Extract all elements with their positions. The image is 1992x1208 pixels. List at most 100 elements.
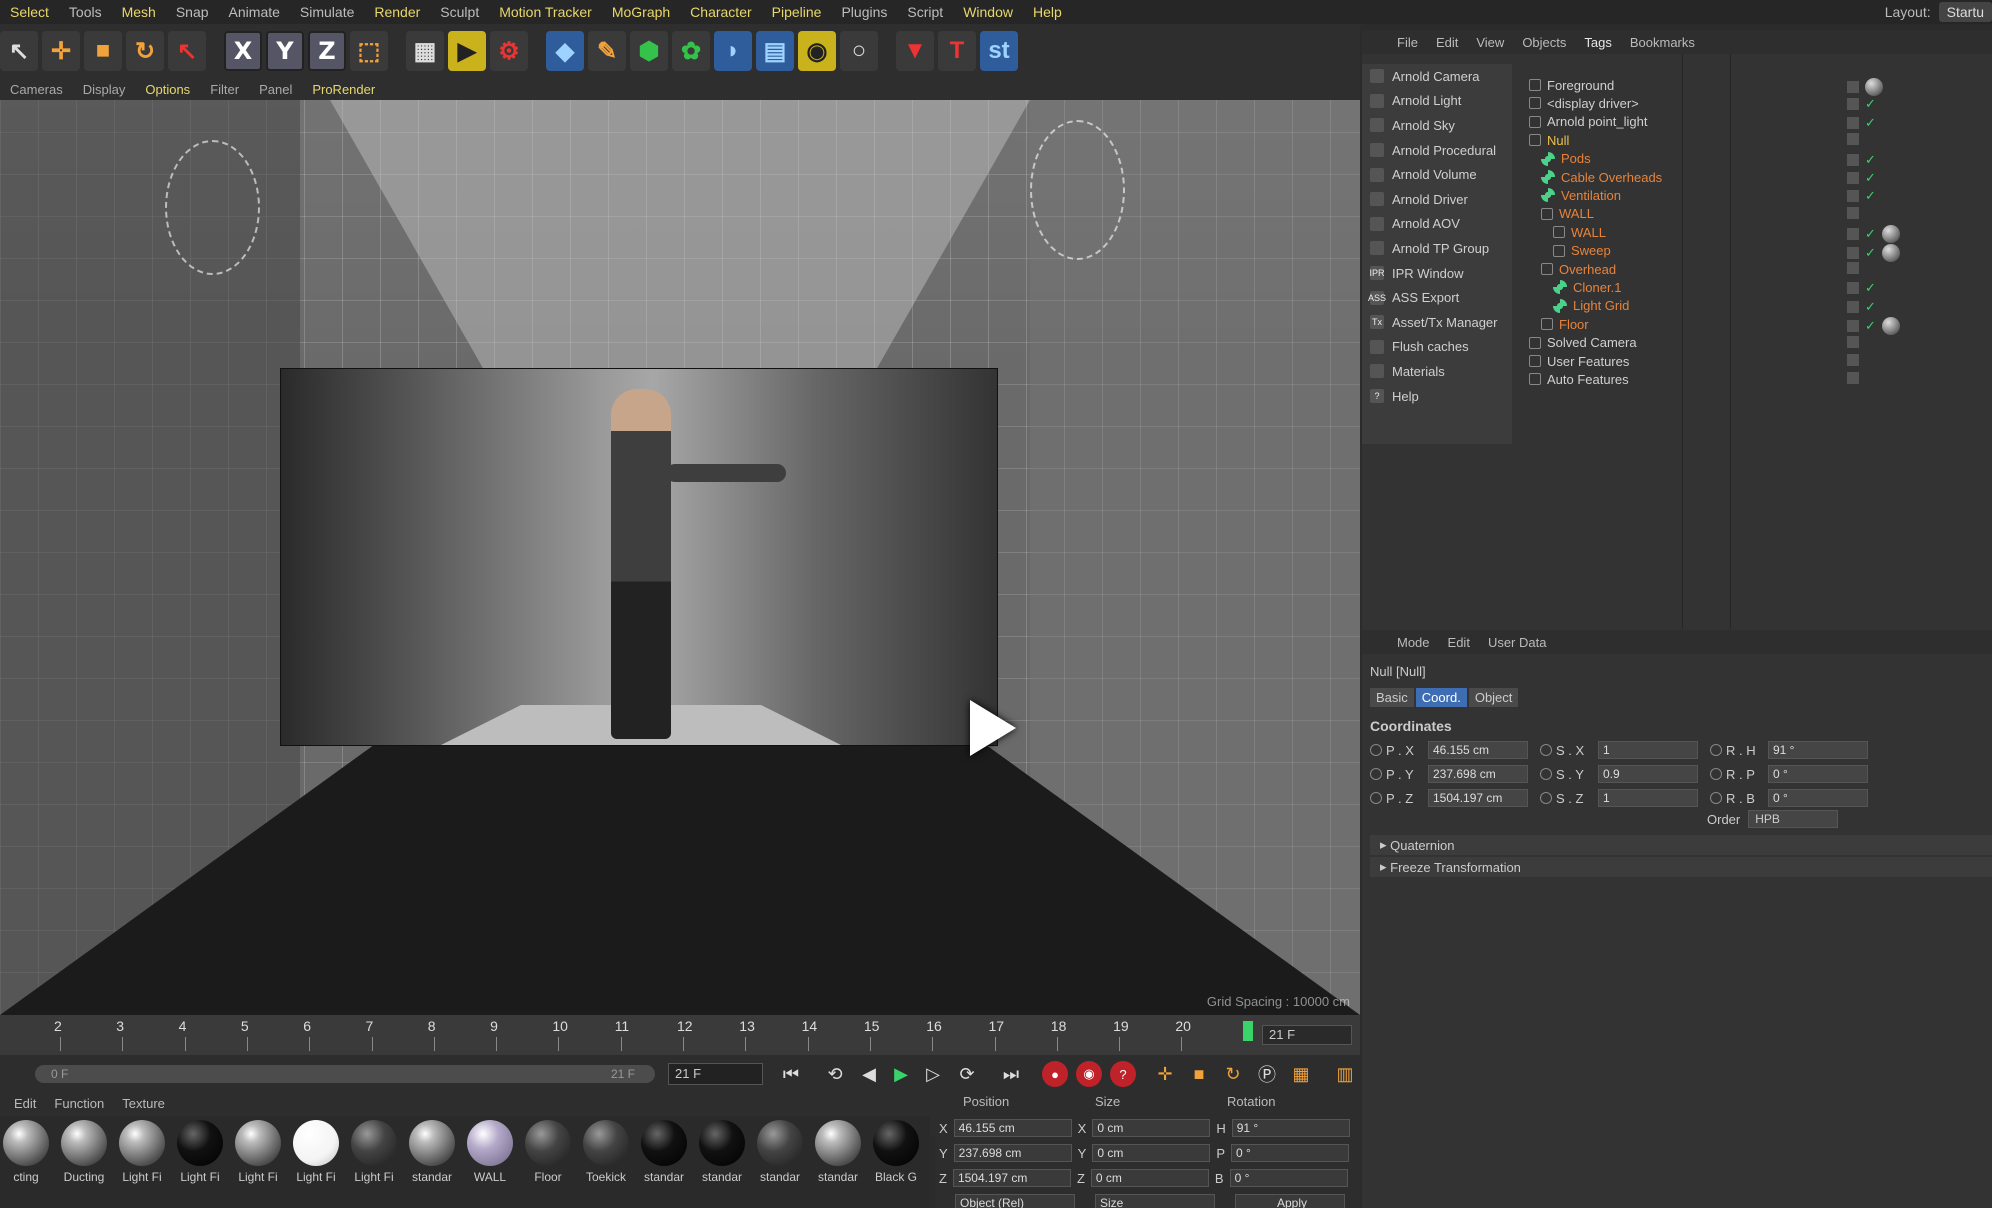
material-swatch[interactable]: Toekick: [580, 1116, 632, 1208]
tab-object[interactable]: Object: [1468, 688, 1519, 707]
position-field[interactable]: 1504.197 cm: [952, 1169, 1071, 1187]
tab-coord[interactable]: Coord.: [1415, 688, 1467, 707]
quaternion-section[interactable]: ▸ Quaternion: [1370, 835, 1992, 855]
keyframe-dot-icon[interactable]: [1370, 744, 1382, 756]
menu-snap[interactable]: Snap: [166, 4, 219, 20]
render-view-icon[interactable]: ▦: [406, 31, 444, 71]
record-active-icon[interactable]: ●: [1042, 1061, 1068, 1087]
enabled-check-icon[interactable]: ✓: [1865, 280, 1876, 296]
visibility-toggle-icon[interactable]: [1847, 98, 1859, 111]
render-settings-icon[interactable]: ⚙: [490, 31, 528, 71]
pen-icon[interactable]: ✎: [588, 31, 626, 71]
position-field[interactable]: 46.155 cm: [953, 1119, 1072, 1137]
viewport-menu-options[interactable]: Options: [135, 82, 200, 97]
object-menu-view[interactable]: View: [1467, 35, 1513, 50]
enabled-check-icon[interactable]: ✓: [1865, 318, 1876, 334]
menu-window[interactable]: Window: [953, 4, 1023, 20]
material-tag-icon[interactable]: [1881, 243, 1900, 262]
visibility-toggle-icon[interactable]: [1847, 133, 1859, 146]
keyframe-dot-icon[interactable]: [1540, 744, 1552, 756]
menu-pipeline[interactable]: Pipeline: [762, 4, 832, 20]
material-tag-icon[interactable]: [1881, 225, 1900, 244]
attribute-menu-edit[interactable]: Edit: [1439, 635, 1479, 650]
menu-tools[interactable]: Tools: [59, 4, 112, 20]
menu-select[interactable]: Select: [0, 4, 59, 20]
light-bulb-icon[interactable]: ○: [840, 31, 878, 71]
next-frame-icon[interactable]: ▷: [920, 1061, 946, 1087]
go-to-end-icon[interactable]: ⏭: [998, 1061, 1024, 1087]
go-to-start-icon[interactable]: ⏮: [778, 1061, 804, 1087]
apply-button[interactable]: Apply: [1235, 1194, 1345, 1208]
menu-render[interactable]: Render: [364, 4, 430, 20]
coord-attr-field[interactable]: 91 °: [1768, 741, 1868, 759]
key-parameter-icon[interactable]: Ⓟ: [1254, 1061, 1280, 1087]
visibility-toggle-icon[interactable]: [1847, 335, 1859, 348]
arnold-menu-item-arnold-procedural[interactable]: Arnold Procedural: [1362, 138, 1512, 163]
autokey-icon[interactable]: ◉: [1076, 1061, 1102, 1087]
prev-key-icon[interactable]: ⟲: [822, 1061, 848, 1087]
arnold-menu-item-arnold-volume[interactable]: Arnold Volume: [1362, 162, 1512, 187]
keyframe-dot-icon[interactable]: [1540, 768, 1552, 780]
size-field[interactable]: 0 cm: [1090, 1169, 1209, 1187]
material-swatch[interactable]: Light Fi: [348, 1116, 400, 1208]
size-field[interactable]: 0 cm: [1092, 1144, 1211, 1162]
key-position-icon[interactable]: ✛: [1152, 1061, 1178, 1087]
menu-sculpt[interactable]: Sculpt: [430, 4, 489, 20]
layout-value[interactable]: Startu: [1938, 2, 1992, 22]
enabled-check-icon[interactable]: ✓: [1865, 299, 1876, 315]
coord-attr-field[interactable]: 1504.197 cm: [1428, 789, 1528, 807]
viewport-menu-cameras[interactable]: Cameras: [0, 82, 73, 97]
material-swatch[interactable]: Light Fi: [116, 1116, 168, 1208]
move-icon[interactable]: ✛: [42, 31, 80, 71]
object-menu-file[interactable]: File: [1388, 35, 1427, 50]
frame-range-slider[interactable]: 0 F 21 F: [35, 1065, 655, 1083]
visibility-toggle-icon[interactable]: [1847, 282, 1859, 295]
visibility-toggle-icon[interactable]: [1847, 153, 1859, 166]
order-select[interactable]: HPB: [1748, 810, 1839, 828]
cube-icon[interactable]: ◆: [546, 31, 584, 71]
material-swatch[interactable]: Light Fi: [290, 1116, 342, 1208]
rotation-field[interactable]: 0 °: [1231, 1144, 1350, 1162]
menu-character[interactable]: Character: [680, 4, 761, 20]
visibility-toggle-icon[interactable]: [1847, 354, 1859, 366]
visibility-toggle-icon[interactable]: [1847, 300, 1859, 313]
enabled-check-icon[interactable]: ✓: [1865, 245, 1876, 261]
key-scale-icon[interactable]: ■: [1186, 1061, 1212, 1087]
coord-mode-select[interactable]: Object (Rel): [955, 1194, 1075, 1208]
layout-selector[interactable]: Layout: Startu: [1885, 0, 1992, 24]
visibility-toggle-icon[interactable]: [1847, 228, 1859, 241]
coord-attr-field[interactable]: 0 °: [1768, 765, 1868, 783]
object-menu-edit[interactable]: Edit: [1427, 35, 1467, 50]
keyframe-dot-icon[interactable]: [1710, 744, 1722, 756]
render-picture-viewer-icon[interactable]: ▶: [448, 31, 486, 71]
object-menu-tags[interactable]: Tags: [1575, 35, 1620, 50]
visibility-toggle-icon[interactable]: [1847, 190, 1859, 203]
material-swatch[interactable]: WALL: [464, 1116, 516, 1208]
menu-simulate[interactable]: Simulate: [290, 4, 364, 20]
arnold-menu-item-asset-tx-manager[interactable]: Tx Asset/Tx Manager: [1362, 310, 1512, 335]
material-swatch[interactable]: Light Fi: [232, 1116, 284, 1208]
menu-motion-tracker[interactable]: Motion Tracker: [489, 4, 602, 20]
viewport-menu-display[interactable]: Display: [73, 82, 136, 97]
material-swatch[interactable]: Ducting: [58, 1116, 110, 1208]
tab-basic[interactable]: Basic: [1370, 688, 1414, 707]
menu-mesh[interactable]: Mesh: [112, 4, 166, 20]
keyframe-dot-icon[interactable]: [1540, 792, 1552, 804]
material-menu-function[interactable]: Function: [48, 1096, 110, 1111]
cloner-icon[interactable]: ✿: [672, 31, 710, 71]
3d-viewport[interactable]: Grid Spacing : 10000 cm: [0, 100, 1360, 1015]
visibility-toggle-icon[interactable]: [1847, 172, 1859, 184]
arnold-menu-item-arnold-light[interactable]: Arnold Light: [1362, 89, 1512, 114]
x-axis-button[interactable]: X: [224, 31, 262, 71]
material-swatch[interactable]: Black G: [870, 1116, 922, 1208]
coord-attr-field[interactable]: 0.9: [1598, 765, 1698, 783]
menu-plugins[interactable]: Plugins: [831, 4, 897, 20]
object-menu-objects[interactable]: Objects: [1513, 35, 1575, 50]
viewport-menu-panel[interactable]: Panel: [249, 82, 302, 97]
visibility-toggle-icon[interactable]: [1847, 81, 1859, 93]
selection-tool-icon[interactable]: ↖: [168, 31, 206, 71]
rotate-icon[interactable]: ↻: [126, 31, 164, 71]
next-key-icon[interactable]: ⟳: [954, 1061, 980, 1087]
coord-attr-field[interactable]: 0 °: [1768, 789, 1868, 807]
coord-attr-field[interactable]: 1: [1598, 789, 1698, 807]
